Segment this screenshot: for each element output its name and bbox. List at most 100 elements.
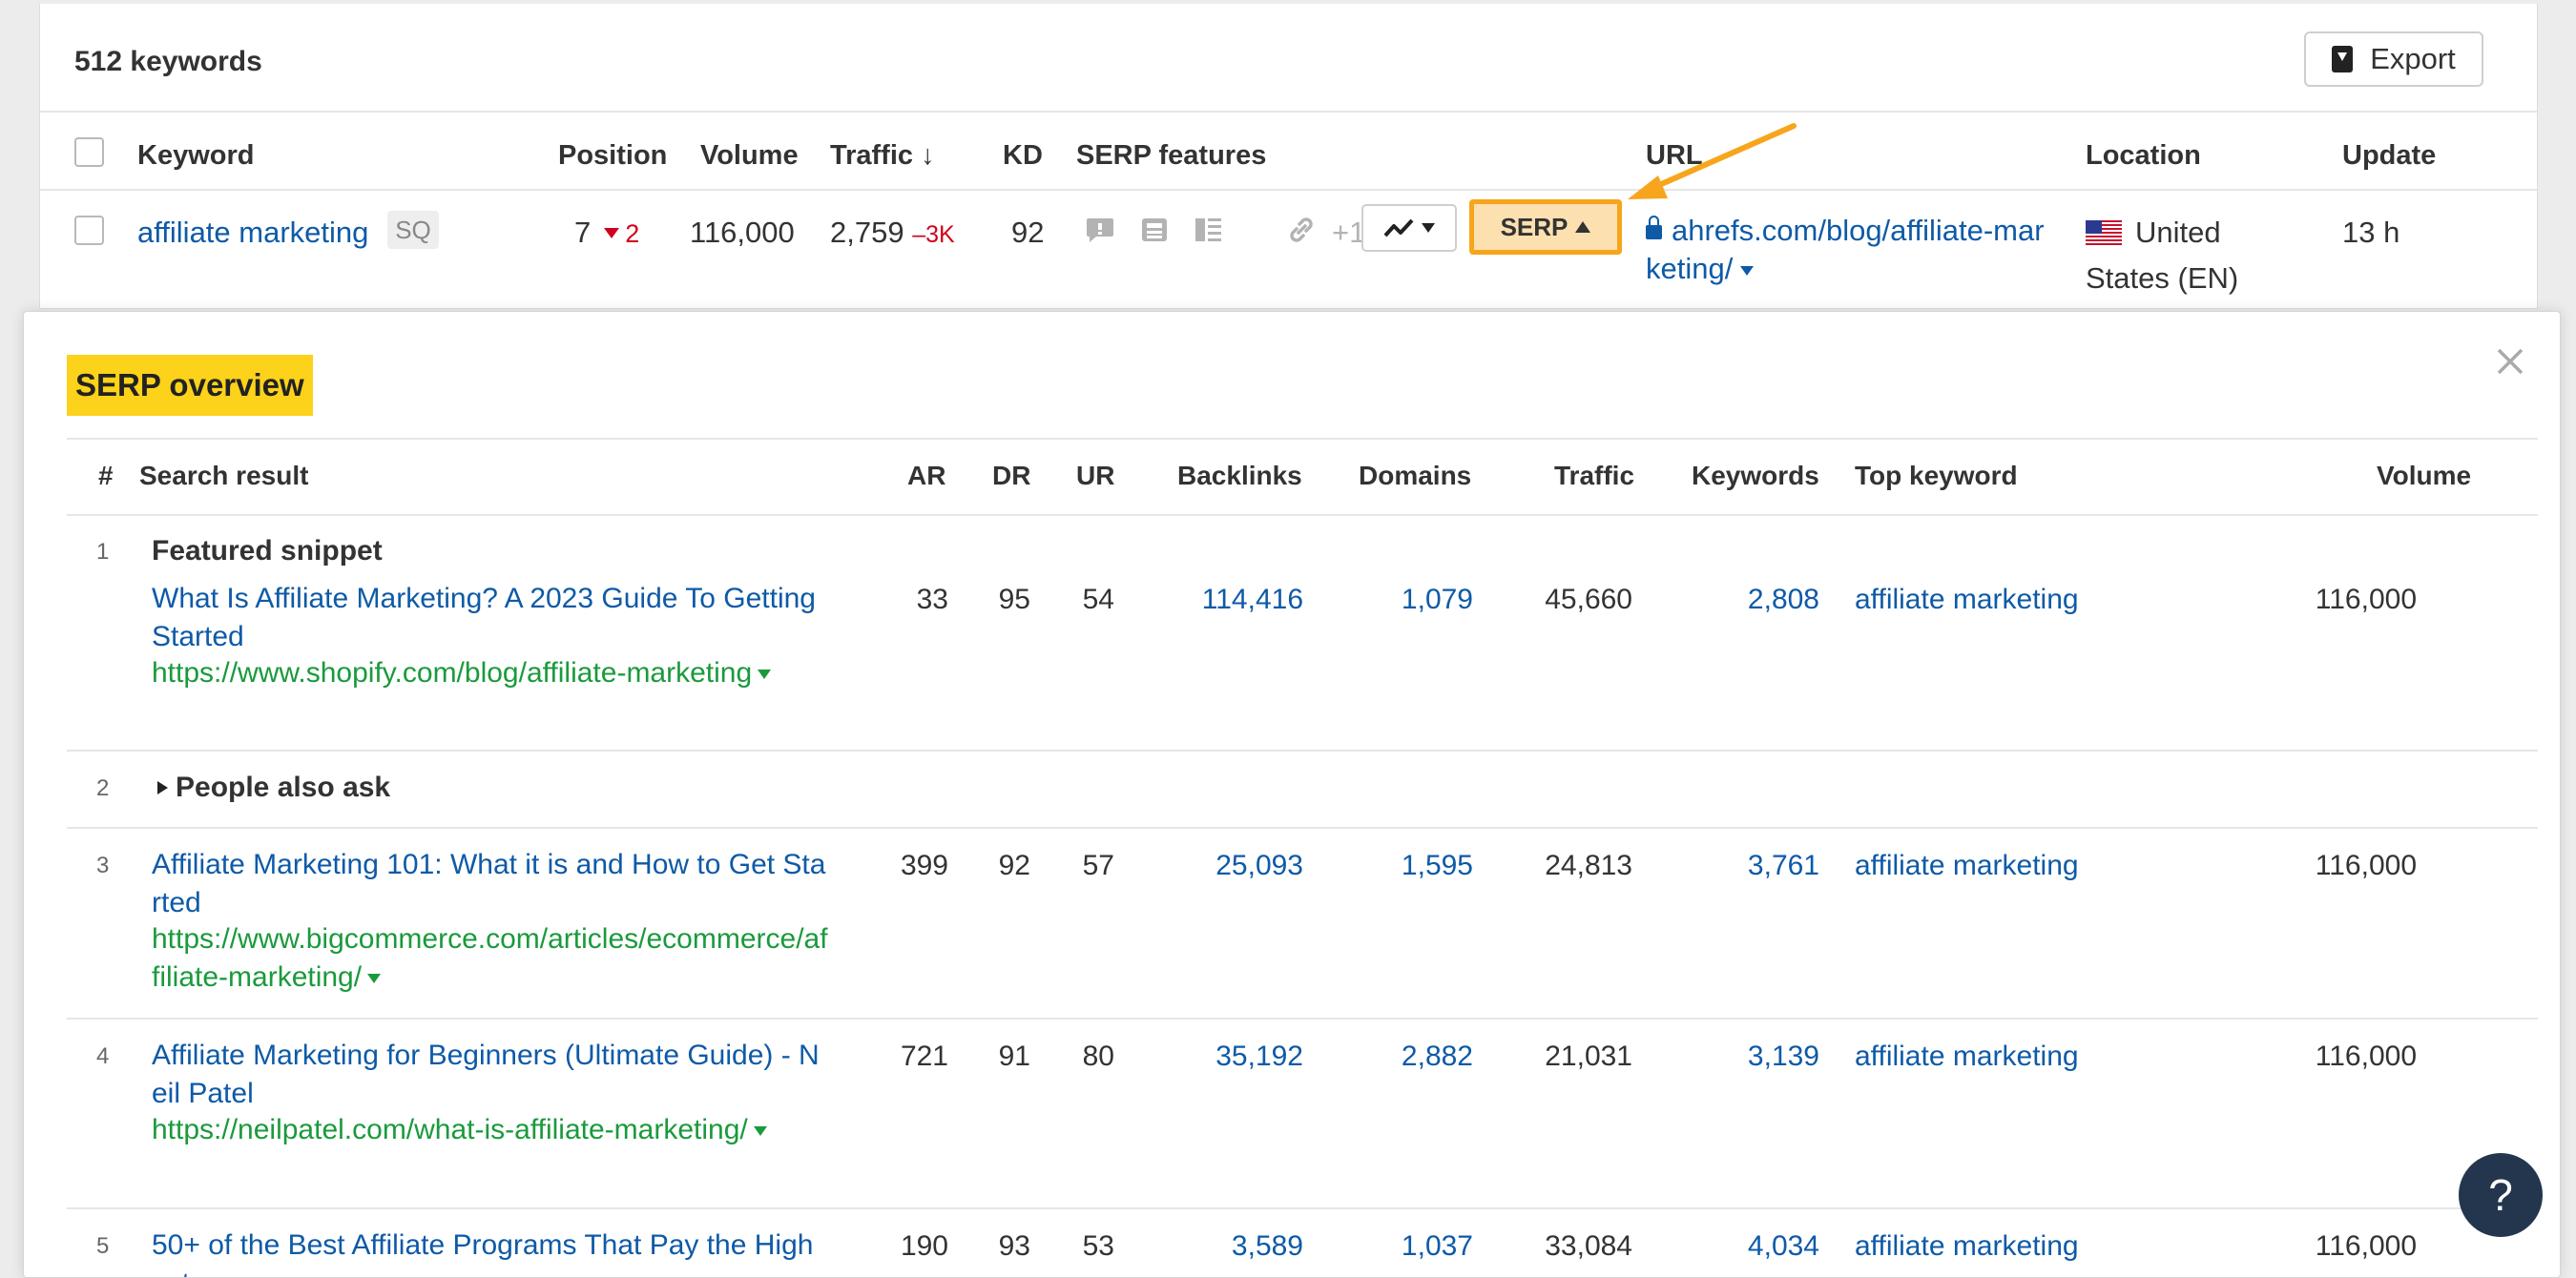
col-position[interactable]: Position: [558, 140, 667, 172]
chevron-down-icon[interactable]: [1740, 265, 1755, 276]
col-url[interactable]: URL: [1646, 140, 1703, 172]
domains-link[interactable]: 1,079: [1402, 584, 1473, 616]
col-ur[interactable]: UR: [1076, 461, 1114, 491]
backlinks-link[interactable]: 35,192: [1215, 1041, 1303, 1073]
location-line1: United: [2086, 216, 2221, 250]
position-cell: 72: [574, 216, 639, 250]
col-serp-features[interactable]: SERP features: [1076, 140, 1266, 172]
close-icon[interactable]: [2491, 342, 2529, 381]
result-url[interactable]: https://neilpatel.com/what-is-affiliate-…: [152, 1111, 829, 1149]
col-top-keyword: Top keyword: [1855, 461, 2018, 490]
col-backlinks[interactable]: Backlinks: [1177, 461, 1302, 491]
chevron-up-icon: [1575, 221, 1591, 233]
col-update[interactable]: Update: [2342, 140, 2436, 172]
caret-right-icon: [157, 781, 168, 794]
download-icon: [2332, 46, 2354, 72]
trend-button[interactable]: [1361, 204, 1457, 252]
col-traffic[interactable]: Traffic: [1554, 461, 1634, 491]
col-traffic[interactable]: Traffic ↓: [830, 140, 935, 172]
row-number: 4: [96, 1043, 110, 1069]
keywords-link[interactable]: 3,761: [1748, 850, 1819, 882]
col-domains[interactable]: Domains: [1359, 461, 1471, 491]
ar-value: 33: [916, 584, 948, 615]
chevron-down-icon: [1422, 223, 1435, 233]
export-button[interactable]: Export: [2304, 31, 2483, 87]
col-keyword[interactable]: Keyword: [137, 140, 254, 172]
traffic-value: 45,660: [1545, 584, 1632, 615]
result-url[interactable]: https://www.shopify.com/blog/affiliate-m…: [152, 654, 829, 692]
divider: [40, 189, 2537, 191]
divider: [40, 111, 2537, 113]
people-also-ask-label: People also ask: [176, 772, 391, 803]
chevron-down-icon[interactable]: [367, 974, 382, 984]
top-keyword-link[interactable]: affiliate marketing: [1855, 850, 2079, 882]
position-change: 2: [625, 219, 640, 248]
traffic-cell: 2,759 –3K: [830, 216, 955, 250]
location-line2: States (EN): [2086, 261, 2239, 295]
row-number: 3: [96, 853, 110, 878]
col-num: #: [98, 461, 114, 490]
traffic-value: 33,084: [1545, 1230, 1632, 1262]
result-url[interactable]: https://www.bigcommerce.com/articles/eco…: [152, 920, 829, 997]
keyword-count: 512 keywords: [74, 46, 262, 77]
result-title-link[interactable]: Affiliate Marketing for Beginners (Ultim…: [152, 1037, 829, 1113]
result-title-link[interactable]: What Is Affiliate Marketing? A 2023 Guid…: [152, 580, 829, 656]
url-text[interactable]: ahrefs.com/blog/affiliate-marketing/: [1646, 214, 2045, 285]
traffic-change: –3K: [912, 221, 955, 248]
top-keyword-link[interactable]: affiliate marketing: [1855, 1041, 2079, 1073]
volume-cell: 116,000: [690, 216, 795, 249]
traffic-value: 24,813: [1545, 850, 1632, 881]
col-search-result: Search result: [139, 461, 309, 490]
result-title-link[interactable]: Affiliate Marketing 101: What it is and …: [152, 846, 829, 922]
serp-toggle-button[interactable]: SERP: [1469, 199, 1622, 255]
divider: [67, 1018, 2538, 1020]
keyword-link[interactable]: affiliate marketing: [137, 216, 368, 250]
people-also-ask-toggle[interactable]: People also ask: [157, 772, 390, 804]
ar-value: 721: [900, 1041, 948, 1072]
lock-icon: [1646, 216, 1662, 239]
result-url-text[interactable]: https://www.bigcommerce.com/articles/eco…: [152, 923, 828, 993]
chevron-down-icon[interactable]: [753, 1126, 767, 1137]
row-checkbox[interactable]: [74, 216, 104, 245]
col-keywords[interactable]: Keywords: [1692, 461, 1819, 491]
backlinks-link[interactable]: 114,416: [1202, 584, 1303, 616]
col-volume[interactable]: Volume: [700, 140, 799, 172]
link-icon[interactable]: [1286, 216, 1317, 244]
result-url-text[interactable]: https://www.shopify.com/blog/affiliate-m…: [152, 657, 752, 689]
comment-icon[interactable]: [1085, 216, 1115, 244]
keywords-link[interactable]: 3,139: [1748, 1041, 1819, 1073]
top-keyword-link[interactable]: affiliate marketing: [1855, 1230, 2079, 1263]
col-kd[interactable]: KD: [1003, 140, 1043, 172]
backlinks-link[interactable]: 3,589: [1232, 1230, 1303, 1263]
traffic-value: 21,031: [1545, 1041, 1632, 1072]
col-location[interactable]: Location: [2086, 140, 2201, 172]
news-icon[interactable]: [1139, 216, 1170, 244]
keywords-table-card: 512 keywords Export Keyword Position Vol…: [39, 4, 2538, 309]
col-dr[interactable]: DR: [992, 461, 1030, 491]
knowledge-panel-icon[interactable]: [1194, 216, 1224, 244]
dr-value: 93: [998, 1230, 1030, 1262]
keywords-link[interactable]: 4,034: [1748, 1230, 1819, 1263]
domains-link[interactable]: 1,037: [1402, 1230, 1473, 1263]
update-cell: 13 h: [2342, 216, 2400, 249]
result-title-link[interactable]: 50+ of the Best Affiliate Programs That …: [152, 1226, 829, 1277]
col-volume[interactable]: Volume: [2377, 461, 2471, 491]
domains-link[interactable]: 1,595: [1402, 850, 1473, 882]
us-flag-icon: [2086, 220, 2122, 245]
position-value: 7: [574, 216, 592, 249]
domains-link[interactable]: 2,882: [1402, 1041, 1473, 1073]
backlinks-link[interactable]: 25,093: [1215, 850, 1303, 882]
row-number: 2: [96, 775, 110, 801]
help-button[interactable]: ?: [2459, 1153, 2543, 1237]
select-all-checkbox[interactable]: [74, 137, 104, 167]
result-url-text[interactable]: https://neilpatel.com/what-is-affiliate-…: [152, 1114, 748, 1145]
dr-value: 91: [998, 1041, 1030, 1072]
keywords-link[interactable]: 2,808: [1748, 584, 1819, 616]
col-ar[interactable]: AR: [907, 461, 945, 491]
location-country: United: [2135, 216, 2221, 249]
chevron-down-icon[interactable]: [758, 670, 772, 680]
volume-value: 116,000: [2315, 1041, 2417, 1072]
top-keyword-link[interactable]: affiliate marketing: [1855, 584, 2079, 616]
ranking-url[interactable]: ahrefs.com/blog/affiliate-marketing/: [1646, 212, 2051, 288]
divider: [67, 1207, 2538, 1209]
